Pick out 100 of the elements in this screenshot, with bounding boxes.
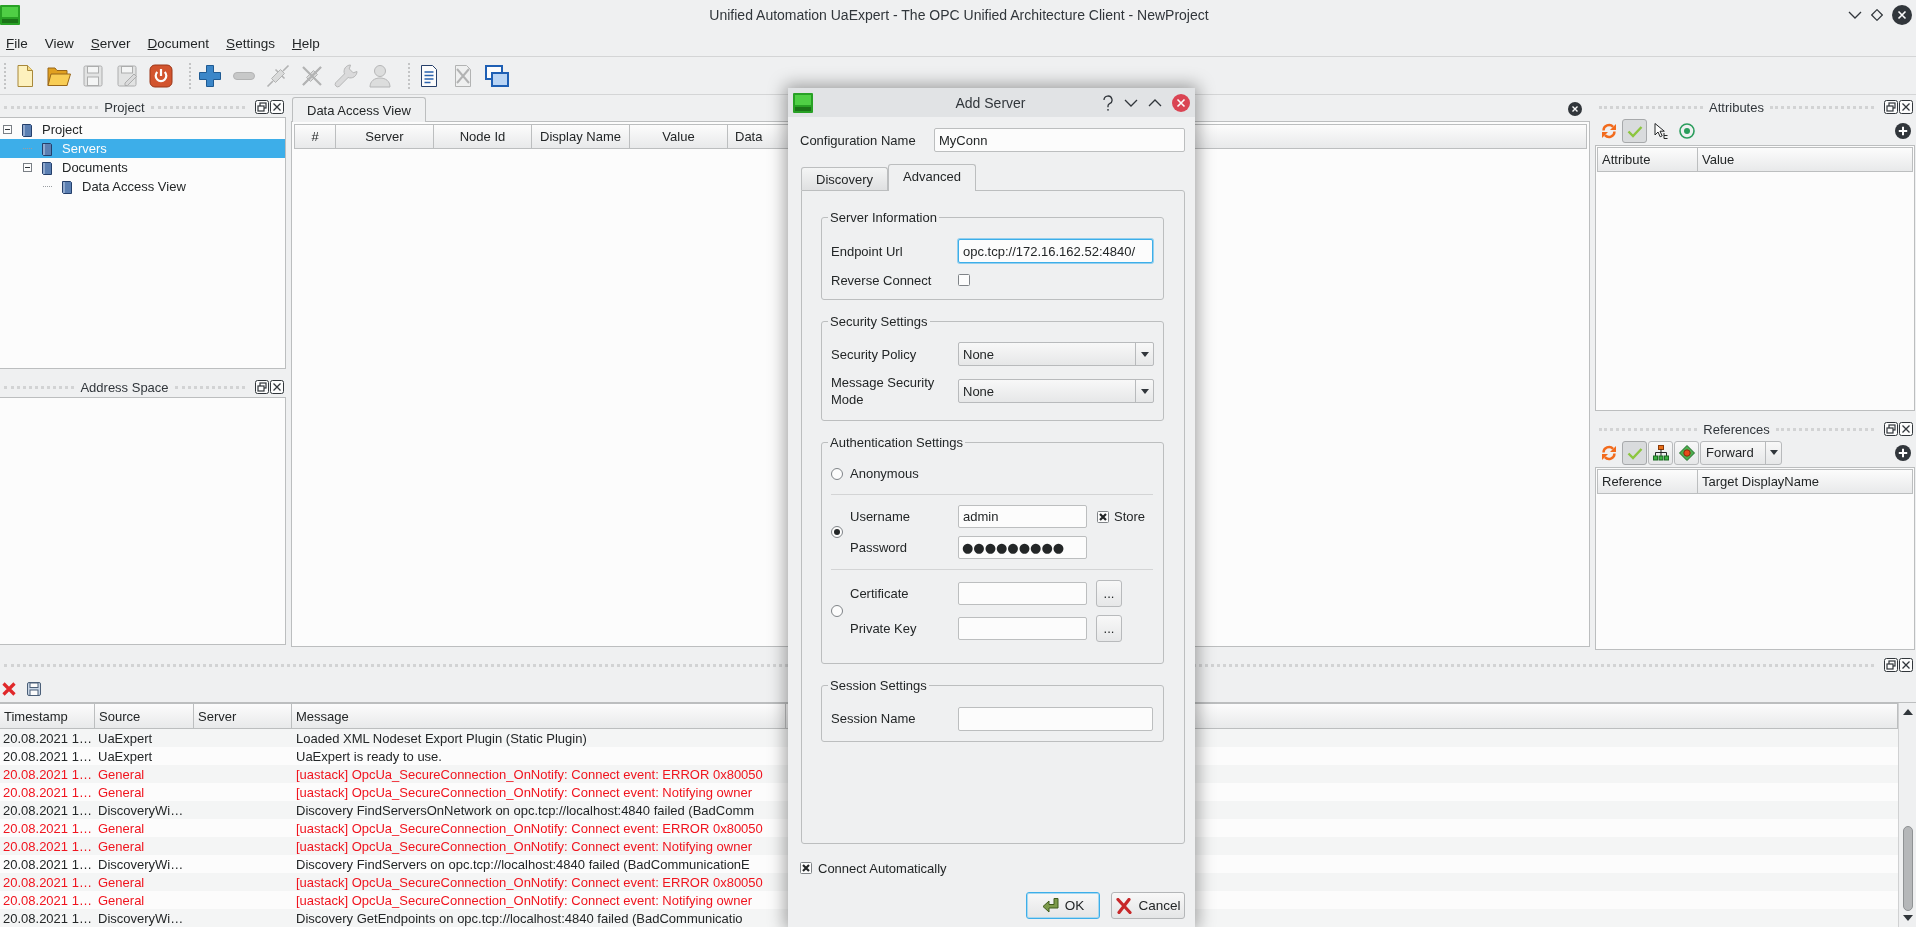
column-header[interactable]: Data	[728, 125, 789, 148]
app-icon	[0, 5, 20, 25]
column-header[interactable]: Target DisplayName	[1698, 470, 1912, 493]
hierarchy-button[interactable]	[1648, 440, 1673, 465]
input-field[interactable]	[958, 582, 1087, 605]
log-source: DiscoveryWi…	[98, 910, 184, 926]
check-button[interactable]	[1622, 440, 1647, 465]
collapse-icon[interactable]	[3, 125, 12, 134]
node-button[interactable]	[1674, 440, 1699, 465]
radio-button[interactable]	[831, 605, 843, 617]
browse-button[interactable]: ...	[1096, 580, 1122, 607]
restore-icon[interactable]	[1884, 422, 1898, 436]
log-source: General	[98, 766, 145, 782]
column-header[interactable]: Server	[336, 125, 434, 148]
column-header[interactable]: #	[295, 125, 336, 148]
column-header[interactable]: Source	[95, 704, 194, 728]
column-header[interactable]: Timestamp	[0, 704, 95, 728]
restore-icon[interactable]	[255, 100, 269, 114]
cancel-button[interactable]: Cancel	[1111, 892, 1185, 919]
collapse-icon[interactable]	[23, 163, 32, 172]
close-icon[interactable]	[270, 100, 284, 114]
target-icon	[1678, 122, 1695, 139]
security-mode-dropdown[interactable]: None	[958, 379, 1154, 403]
scroll-down-icon[interactable]	[1902, 915, 1913, 921]
password-field[interactable]: ●●●●●●●●●	[958, 536, 1087, 559]
restore-icon[interactable]	[1884, 658, 1898, 672]
checkbox-label[interactable]: Store	[1114, 509, 1146, 524]
menu-item[interactable]: Help	[291, 35, 320, 51]
column-header[interactable]: Node Id	[434, 125, 532, 148]
close-icon[interactable]	[1568, 101, 1582, 116]
scroll-up-icon[interactable]	[1902, 709, 1913, 715]
input-field[interactable]: admin	[958, 505, 1087, 528]
log-timestamp: 20.08.2021 1…	[3, 820, 92, 836]
browse-button[interactable]: ...	[1096, 615, 1122, 642]
log-source: General	[98, 874, 145, 890]
close-icon[interactable]	[1892, 5, 1912, 25]
checkbox[interactable]	[1097, 510, 1109, 523]
tab[interactable]: Advanced	[888, 164, 976, 191]
column-header[interactable]: Value	[1698, 148, 1912, 171]
power-icon[interactable]	[149, 63, 173, 88]
checkbox-label[interactable]: Connect Automatically	[818, 860, 947, 876]
tab[interactable]: Discovery	[801, 167, 889, 190]
column-header[interactable]: Attribute	[1598, 148, 1698, 171]
menu-item[interactable]: Settings	[226, 35, 275, 51]
endpoint-url-field[interactable]: opc.tcp://172.16.162.52:4840/	[958, 239, 1153, 263]
minimize-icon[interactable]	[1124, 98, 1138, 107]
maximize-icon[interactable]	[1148, 98, 1162, 107]
tree-item[interactable]: Data Access View	[0, 177, 285, 196]
windows-icon[interactable]	[485, 63, 509, 88]
scrollbar-thumb[interactable]	[1902, 826, 1913, 911]
close-icon[interactable]	[1899, 422, 1913, 436]
checkbox[interactable]	[800, 862, 812, 874]
group-title: Authentication Settings	[829, 435, 964, 450]
column-header[interactable]: Display Name	[532, 125, 630, 148]
column-header[interactable]: Reference	[1598, 470, 1698, 493]
radio-button[interactable]	[831, 468, 843, 480]
log-timestamp: 20.08.2021 1…	[3, 730, 92, 746]
radio-button[interactable]	[831, 526, 843, 538]
field-label: Certificate	[850, 586, 910, 601]
group-title: Server Information	[829, 210, 938, 225]
menu-item[interactable]: File	[6, 35, 28, 51]
check-button[interactable]	[1622, 118, 1647, 143]
plus-icon[interactable]	[198, 63, 222, 88]
column-header[interactable]: Message	[292, 704, 786, 728]
document-tab[interactable]: Data Access View	[292, 97, 426, 122]
close-icon[interactable]	[270, 380, 284, 394]
tree-item[interactable]: Documents	[0, 158, 285, 177]
tree-item[interactable]: Project	[0, 120, 285, 139]
input-field[interactable]	[958, 617, 1087, 640]
menu-item[interactable]: Server	[90, 35, 131, 51]
log-timestamp: 20.08.2021 1…	[3, 766, 92, 782]
restore-icon[interactable]	[255, 380, 269, 394]
restore-icon[interactable]	[1884, 100, 1898, 114]
menu-item[interactable]: Document	[147, 35, 210, 51]
add-icon[interactable]	[1895, 444, 1911, 461]
log-timestamp: 20.08.2021 1…	[3, 892, 92, 908]
log-timestamp: 20.08.2021 1…	[3, 856, 92, 872]
configuration-name-field[interactable]: MyConn	[934, 128, 1185, 152]
save-icon[interactable]	[26, 680, 42, 697]
help-icon[interactable]	[1102, 94, 1114, 111]
log-message: [uastack] OpcUa_SecureConnection_OnNotify: Connect event: ERROR 0x80050	[296, 766, 763, 782]
column-header[interactable]: Value	[630, 125, 728, 148]
close-icon[interactable]	[1899, 100, 1913, 114]
field-label: Endpoint Url	[831, 242, 904, 260]
checkbox[interactable]	[958, 274, 970, 286]
security-policy-dropdown[interactable]: None	[958, 342, 1154, 366]
direction-dropdown[interactable]: Forward	[1700, 440, 1782, 465]
menu-item[interactable]: View	[44, 35, 74, 51]
session-name-field[interactable]	[958, 706, 1153, 731]
close-icon[interactable]	[1899, 658, 1913, 672]
scrollbar[interactable]	[1898, 703, 1916, 927]
option-label[interactable]: Anonymous	[850, 464, 919, 484]
ok-button[interactable]: OK	[1026, 892, 1100, 919]
add-icon[interactable]	[1895, 122, 1911, 139]
log-message: Discovery GetEndpoints on opc.tcp://localhost:4840 failed (BadCommunicatio	[296, 910, 743, 926]
column-header[interactable]: Server	[194, 704, 292, 728]
log-timestamp: 20.08.2021 1…	[3, 838, 92, 854]
minimize-icon[interactable]	[1848, 11, 1862, 19]
cross-icon[interactable]	[1, 680, 17, 697]
diamond-icon[interactable]	[1871, 9, 1883, 21]
